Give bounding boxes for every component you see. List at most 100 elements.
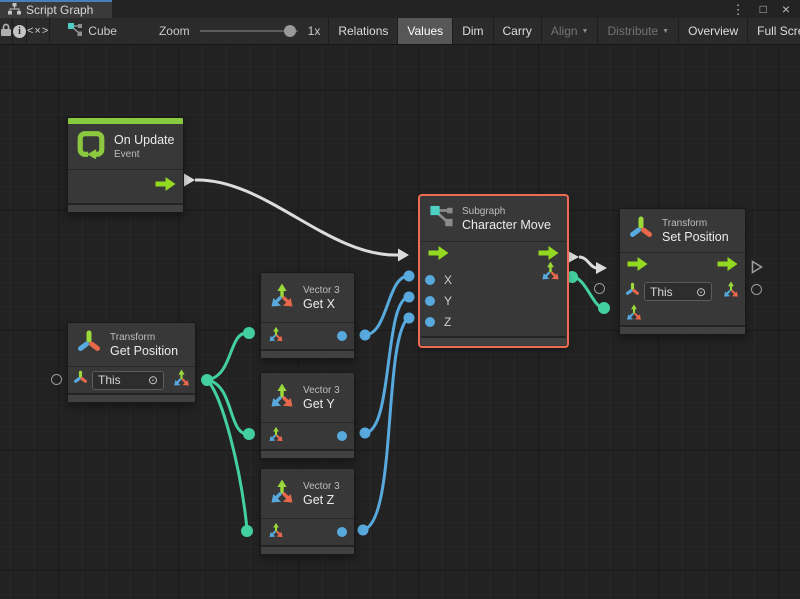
flow-input-port[interactable]: [627, 257, 648, 276]
flow-input-port[interactable]: [428, 246, 449, 265]
node-category: Vector 3: [303, 284, 340, 297]
node-category: Vector 3: [303, 480, 340, 493]
node-category: Transform: [110, 331, 178, 344]
wire-vector-getposition-to-getz[interactable]: [207, 380, 253, 537]
tab-script-graph[interactable]: Script Graph: [0, 0, 112, 18]
code-icon: <×>: [27, 25, 49, 37]
more-menu-icon[interactable]: ⋮: [732, 3, 745, 16]
vector3-input-port-icon[interactable]: [268, 326, 284, 347]
maximize-icon[interactable]: □: [760, 3, 767, 15]
target-field-value: This: [98, 373, 121, 387]
node-get-position[interactable]: Transform Get Position This ⊙: [67, 322, 196, 403]
vector3-output-port-icon[interactable]: [540, 260, 561, 286]
float-output-port[interactable]: [337, 431, 347, 441]
node-get-x[interactable]: Vector 3 Get X: [260, 272, 355, 359]
vector3-icon: [269, 478, 295, 509]
node-footer: [620, 325, 745, 334]
unconnected-output-port[interactable]: [751, 284, 762, 295]
distribute-label: Distribute: [607, 24, 658, 38]
transform-port-icon[interactable]: [73, 370, 88, 390]
node-footer: [68, 393, 195, 402]
zoom-slider-knob[interactable]: [284, 25, 296, 37]
graph-canvas[interactable]: On Update Event Transform Get Position: [0, 45, 800, 599]
wire-float-getz-to-z[interactable]: [358, 313, 415, 536]
node-footer: [261, 545, 354, 554]
wire-float-getx-to-x[interactable]: [360, 271, 415, 341]
wire-vector-charactermove-to-setposition[interactable]: [566, 271, 610, 314]
unconnected-input-port[interactable]: [594, 283, 605, 294]
carry-label: Carry: [503, 24, 532, 38]
target-object-field[interactable]: This ⊙: [644, 282, 712, 301]
object-picker-icon[interactable]: ⊙: [148, 374, 158, 386]
zoom-slider[interactable]: [200, 24, 298, 38]
relations-button[interactable]: Relations: [328, 18, 397, 44]
object-picker-icon[interactable]: ⊙: [696, 286, 706, 298]
vector3-input-port-icon[interactable]: [268, 522, 284, 543]
node-title: Get Y: [303, 397, 340, 412]
chevron-down-icon: ▼: [662, 28, 669, 35]
code-view-button[interactable]: <×>: [27, 18, 50, 44]
float-input-port-z[interactable]: [425, 317, 435, 327]
align-label: Align: [551, 24, 578, 38]
zoom-label: Zoom: [159, 24, 190, 38]
window-controls: ⋮ □ ×: [732, 0, 800, 18]
node-set-position[interactable]: Transform Set Position This ⊙: [619, 208, 746, 335]
vector3-output-port-icon[interactable]: [722, 280, 740, 303]
toolbar-buttons: Relations Values Dim Carry Align ▼ Distri…: [328, 18, 800, 44]
float-input-port-y[interactable]: [425, 296, 435, 306]
vector3-icon: [269, 382, 295, 413]
port-label-y: Y: [444, 294, 452, 308]
float-input-port-x[interactable]: [425, 275, 435, 285]
relations-label: Relations: [338, 24, 388, 38]
node-get-z[interactable]: Vector 3 Get Z: [260, 468, 355, 555]
node-on-update[interactable]: On Update Event: [67, 117, 184, 213]
tab-bar: Script Graph ⋮ □ ×: [0, 0, 800, 18]
carry-button[interactable]: Carry: [493, 18, 541, 44]
chevron-down-icon: ▼: [582, 28, 589, 35]
transform-port-icon[interactable]: [625, 282, 640, 302]
float-output-port[interactable]: [337, 331, 347, 341]
node-get-y[interactable]: Vector 3 Get Y: [260, 372, 355, 459]
node-footer: [68, 203, 183, 212]
subgraph-mini-icon: [68, 23, 82, 39]
unconnected-flow-output-port[interactable]: [751, 260, 763, 279]
align-button[interactable]: Align ▼: [541, 18, 598, 44]
vector3-input-port-icon[interactable]: [268, 426, 284, 447]
subgraph-icon: [429, 205, 454, 234]
node-footer: [261, 349, 354, 358]
float-output-port[interactable]: [337, 527, 347, 537]
fullscreen-button[interactable]: Full Screen: [747, 18, 800, 44]
vector3-input-port-icon[interactable]: [625, 303, 643, 326]
vector3-output-port-icon[interactable]: [172, 368, 191, 392]
flow-output-port[interactable]: [155, 177, 176, 196]
flow-output-port[interactable]: [717, 257, 738, 276]
node-character-move[interactable]: Subgraph Character Move X Y: [420, 196, 567, 346]
info-button[interactable]: i: [13, 18, 27, 44]
distribute-button[interactable]: Distribute ▼: [597, 18, 678, 44]
node-footer: [421, 336, 566, 345]
node-category: Vector 3: [303, 384, 340, 397]
node-footer: [261, 449, 354, 458]
zoom-value: 1x: [308, 24, 321, 38]
graph-target-selector[interactable]: Cube: [50, 18, 131, 44]
target-field-value: This: [650, 285, 673, 299]
loop-event-icon: [76, 129, 106, 164]
values-button[interactable]: Values: [397, 18, 452, 44]
wire-flow-charactermove-to-setposition[interactable]: [568, 251, 607, 274]
overview-label: Overview: [688, 24, 738, 38]
node-title: Character Move: [462, 218, 551, 233]
node-category: Event: [114, 148, 174, 161]
info-icon: i: [13, 25, 26, 38]
dim-button[interactable]: Dim: [452, 18, 492, 44]
unconnected-input-port[interactable]: [51, 374, 62, 385]
vector3-icon: [269, 282, 295, 313]
overview-button[interactable]: Overview: [678, 18, 747, 44]
node-title: Set Position: [662, 230, 729, 245]
values-label: Values: [407, 24, 443, 38]
close-icon[interactable]: ×: [782, 2, 790, 16]
lock-button[interactable]: [0, 18, 13, 44]
wire-vector-getposition-to-getx[interactable]: [201, 327, 255, 386]
target-object-field[interactable]: This ⊙: [92, 371, 164, 390]
node-title: Get X: [303, 297, 340, 312]
wire-flow-onupdate-to-charactermove[interactable]: [184, 174, 409, 262]
